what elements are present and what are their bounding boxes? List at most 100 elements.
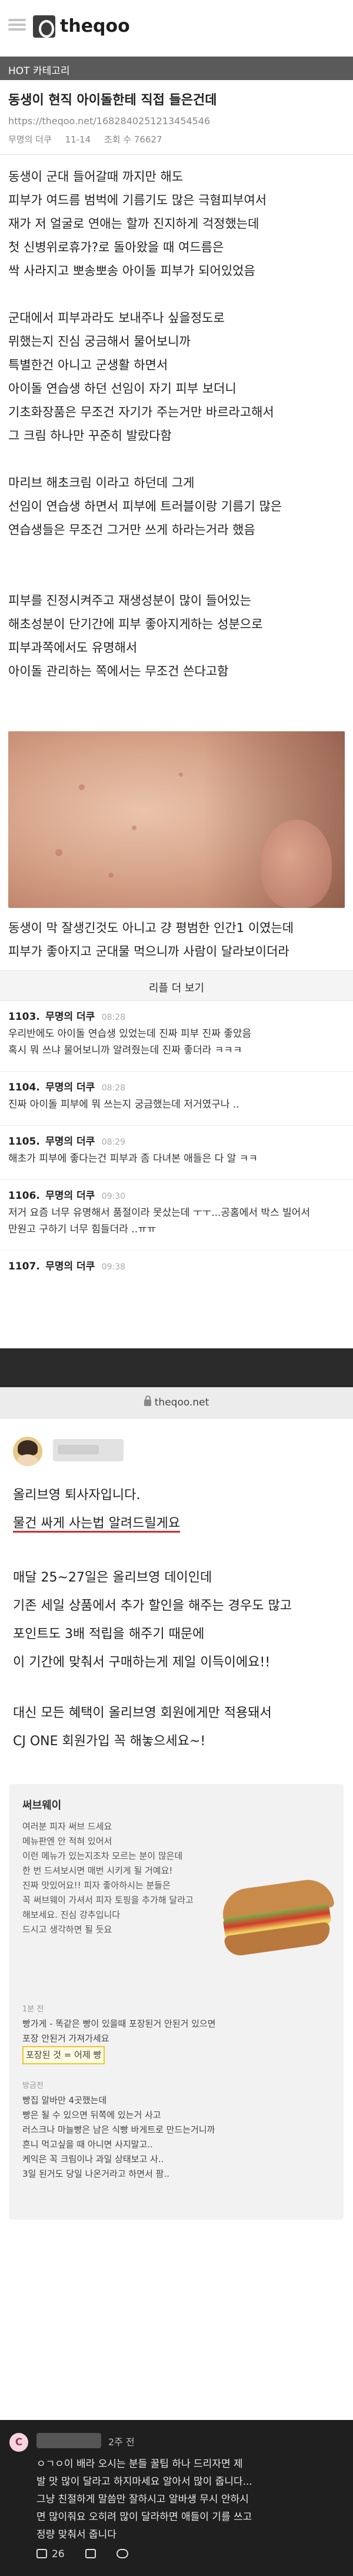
comment-line: 우리반에도 아이돌 연습생 있었는데 진짜 피부 진짜 좋았음: [8, 1028, 252, 1040]
quoted-reply-1: 1분 전 빵가게 - 똑같은 빵이 있을때 포장된거 안된거 있으면 포장 안된…: [22, 2002, 340, 2064]
photo-spot: [132, 825, 136, 830]
post-meta: 무명의 더쿠 11-14 조회 수 76627: [8, 133, 173, 145]
theqoo-logo-icon[interactable]: [33, 15, 55, 38]
category-bar[interactable]: HOT 카테고리: [0, 57, 353, 80]
url-text-wrap: theqoo.net: [144, 1395, 209, 1408]
skin-closeup-photo: [8, 731, 345, 908]
comment-body-line: ㅇㄱㅇ이 배라 오시는 분들 꿀팁 하나 드리자면 제: [36, 2458, 243, 2470]
tip-line: CJ ONE 회원가입 꼭 해놓으세요~!: [13, 1734, 206, 1749]
tip-line: 포인트도 3배 적립을 해주기 때문에: [13, 1627, 205, 1642]
comment-number: 1106.: [8, 1190, 40, 1202]
reply-line: 러스크나 마늘빵은 남은 식빵 바게트로 만드는거니까: [22, 2124, 215, 2135]
body-line: 재가 저 얼굴로 연애는 할까 진지하게 걱정했는데: [8, 217, 259, 231]
more-replies-label: 리플 더 보기: [148, 982, 205, 994]
comment-item: 1106. 무명의 더쿠 09:30 저거 요즘 너무 유명해서 품절이라 못샀…: [0, 1180, 353, 1251]
body-line: 피부를 진정시켜주고 재생성분이 많이 들어있는: [8, 594, 252, 608]
body-line: 동생이 막 잘생긴것도 아니고 걍 평범한 인간1 이였는데: [8, 921, 294, 935]
body-paragraph-5: 동생이 막 잘생긴것도 아니고 걍 평범한 인간1 이였는데 피부가 좋아지고 …: [8, 916, 347, 963]
like-button[interactable]: 26: [36, 2548, 65, 2560]
body-line: 해초성분이 단기간에 피부 좋아지게하는 성분으로: [8, 617, 263, 631]
sandwich-image: [219, 1872, 335, 1961]
body-line: 마리브 해초크림 이라고 하던데 그게: [8, 476, 195, 490]
youtube-style-comment: C 2주 전 ㅇㄱㅇ이 배라 오시는 분들 꿀팁 하나 드리자면 제 발 맛 많…: [0, 2420, 353, 2576]
comment-number: 1107.: [8, 1261, 40, 1272]
body-line: 피부가 여드름 범벅에 기름기도 많은 극혐피부여서: [8, 193, 267, 207]
reply-line: 포장 안된거 가져가세요: [22, 2033, 109, 2044]
tip-line: 이 기간에 맞춰서 구매하는게 제일 이득이에요!!: [13, 1655, 271, 1670]
photo-spot: [55, 849, 62, 856]
body-paragraph-4: 피부를 진정시켜주고 재생성분이 많이 들어있는 해초성분이 단기간에 피부 좋…: [8, 589, 347, 683]
card-line: 드시고 생각하면 될 듯요: [22, 1924, 112, 1935]
card-title: 써브웨이: [22, 1799, 62, 1812]
card-line: 진짜 맛있어요!! 피자 좋아하시는 분들은: [22, 1880, 171, 1891]
photo-spot: [179, 773, 183, 777]
commenter-avatar[interactable]: C: [9, 2433, 28, 2452]
body-line: 첫 신병위로휴가?로 돌아왔을 때 여드름은: [8, 240, 224, 254]
card-line: 이런 메뉴가 있는지조차 모르는 분이 많은데: [22, 1851, 183, 1861]
comment-author[interactable]: 무명의 더쿠: [45, 1136, 95, 1148]
post-author: 무명의 더쿠: [8, 134, 52, 145]
reply-line: 빵은 될 수 있으면 뒤쪽에 있는거 사고: [22, 2110, 161, 2120]
site-logo-text[interactable]: theqoo: [60, 16, 130, 37]
comment-number: 1103.: [8, 1011, 40, 1023]
body-line: 뮈했는지 진심 궁금해서 물어보니까: [8, 334, 191, 349]
body-line: 동생이 군대 들어갈때 까지만 해도: [8, 170, 184, 184]
post-views: 조회 수 76627: [104, 134, 162, 145]
body-line: 아이돌 관리하는 쪽에서는 무조건 쓴다고함: [8, 664, 229, 678]
body-line: 연습생들은 무조건 그거만 쓰게 하라는거라 했음: [8, 523, 255, 537]
card-text: 여러분 피자 써브 드세요 메뉴판엔 안 적혀 있어서 이런 메뉴가 있는지조차…: [22, 1819, 194, 1937]
body-paragraph-3: 마리브 해초크림 이라고 하던데 그게 선임이 연습생 하면서 피부에 트러블이…: [8, 471, 347, 542]
comment-item: 1104. 무명의 더쿠 08:28 진짜 아이돌 피부에 뭐 쓰는지 궁금했는…: [0, 1072, 353, 1126]
highlighted-reply-text: 포장된 것 = 어제 빵: [22, 2046, 105, 2064]
comment-text: 해초가 피부에 좋다는건 피부과 좀 다녀본 애들은 다 알 ㅋㅋ: [8, 1151, 347, 1167]
comment-time: 09:38: [101, 1262, 126, 1272]
body-line: 아이돌 연습생 하던 선임이 자기 피부 보더니: [8, 382, 237, 396]
reply-time: 방금전: [22, 2081, 44, 2090]
reply-line: 3일 된거도 당일 나온거라고 하면서 팜..: [22, 2169, 169, 2179]
body-line: 피부가 좋아지고 군대물 먹으니까 사람이 달라보이더라: [8, 944, 289, 959]
comment-author[interactable]: 무명의 더쿠: [45, 1261, 95, 1272]
comment-line: 혹시 뭐 쓰냐 물어보니까 알려줬는데 진짜 좋더라 ㅋㅋㅋ: [8, 1045, 242, 1056]
comment-header: 1106. 무명의 더쿠 09:30: [8, 1187, 125, 1202]
photo-nose: [261, 820, 332, 908]
blurred-commenter-name: [36, 2433, 101, 2448]
comment-header: 1107. 무명의 더쿠 09:38: [8, 1258, 125, 1272]
post-date: 11-14: [65, 134, 91, 145]
comment-author[interactable]: 무명의 더쿠: [45, 1190, 95, 1202]
body-line: 싹 사라지고 뽀송뽀송 아이돌 피부가 되어있었음: [8, 264, 255, 278]
browser-url-bar[interactable]: theqoo.net: [0, 1387, 353, 1419]
tip-line: 매달 25~27일은 올리브영 데이인데: [13, 1570, 212, 1585]
comment-line: 해초가 피부에 좋다는건 피부과 좀 다녀본 애들은 다 알 ㅋㅋ: [8, 1153, 258, 1165]
body-paragraph-1: 동생이 군대 들어갈때 까지만 해도 피부가 여드름 범벅에 기름기도 많은 극…: [8, 165, 347, 283]
body-line: 기초화장품은 무조건 자기가 주는거만 바르라고해서: [8, 405, 274, 419]
intro-line: 올리브영 퇴사자입니다.: [13, 1488, 141, 1503]
body-line: 군대에서 피부과라도 보내주나 싶을정도로: [8, 311, 225, 325]
comment-actions: 26: [36, 2548, 146, 2560]
photo-spot: [108, 873, 114, 878]
comment-time: 08:29: [101, 1138, 126, 1147]
hamburger-menu-icon[interactable]: [8, 16, 26, 34]
reply-button[interactable]: [116, 2548, 129, 2560]
comment-number: 1104.: [8, 1082, 40, 1093]
card-line: 해보세요. 진심 강추입니다: [22, 1909, 121, 1920]
reply-time: 1분 전: [22, 2005, 44, 2014]
comment-header: 1104. 무명의 더쿠 08:28: [8, 1079, 125, 1093]
comment-body-line: 면 많이줘요 오히려 많이 달라하면 애들이 기를 쓰고: [36, 2511, 252, 2523]
reply-line: 빵집 알바만 4곳했는데: [22, 2095, 107, 2106]
comment-line: 진짜 아이돌 피부에 뭐 쓰는지 궁금했는데 저거였구나 ..: [8, 1099, 239, 1110]
dislike-button[interactable]: [85, 2548, 96, 2560]
url-text: theqoo.net: [154, 1397, 209, 1408]
reply-line: 흔니 먹고싶을 때 아니면 사지말고..: [22, 2139, 153, 2150]
more-replies-button[interactable]: 리플 더 보기: [0, 970, 353, 1001]
body-line: 특별한건 아니고 군생활 하면서: [8, 358, 168, 372]
lock-icon: [144, 1395, 151, 1406]
embedded-screenshot: theqoo.net 올리브영 퇴사자입니다. 물건 싸게 사는법 알려드릴게요…: [0, 1348, 353, 2420]
tip-line: 대신 모든 혜택이 올리브영 회원에게만 적용돼서: [13, 1706, 272, 1720]
comment-body-line: 그냥 친절하게 말씀만 잘하시고 알바생 무시 안하시: [36, 2494, 249, 2505]
card-line: 한 번 드셔보시면 매번 시키게 될 거예요!: [22, 1865, 173, 1876]
card-line: 메뉴판엔 안 적혀 있어서: [22, 1836, 112, 1846]
post-url[interactable]: https://theqoo.net/1682840251213454546: [8, 115, 210, 127]
comment-author[interactable]: 무명의 더쿠: [45, 1011, 95, 1023]
comment-author[interactable]: 무명의 더쿠: [45, 1082, 95, 1093]
post-title: 동생이 현직 아이돌한테 직접 들은건데: [8, 93, 217, 108]
